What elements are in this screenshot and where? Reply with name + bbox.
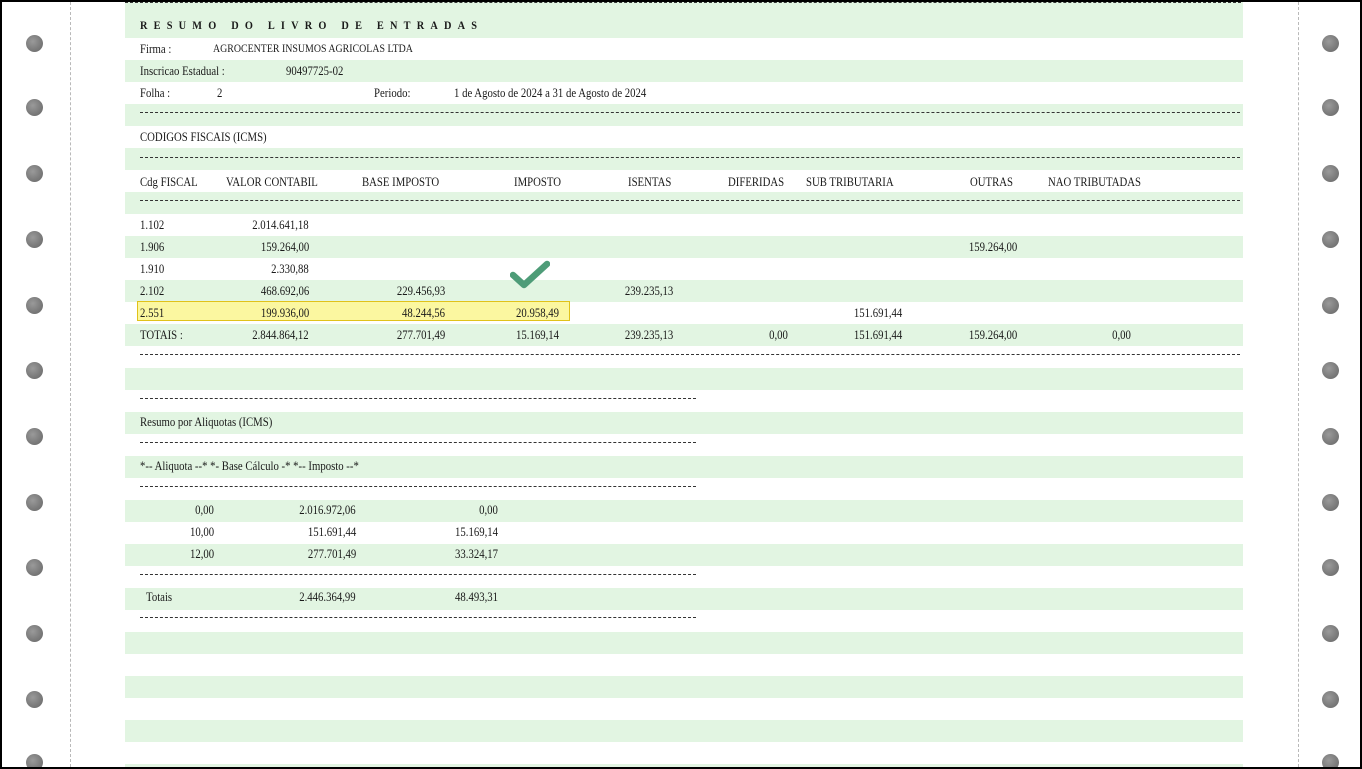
rule — [140, 200, 1240, 201]
feed-hole — [1322, 625, 1339, 642]
column-header: BASE IMPOSTO — [362, 175, 440, 189]
aliquota-cell: 0,00 — [195, 503, 214, 517]
cell-value: 48.244,56 — [402, 306, 445, 320]
report-paper — [125, 2, 1243, 767]
rule — [140, 354, 1240, 355]
firma-value: AGROCENTER INSUMOS AGRICOLAS LTDA — [213, 43, 413, 55]
aliquota-cell: 277.701,49 — [307, 547, 356, 561]
totals-value: 0,00 — [769, 328, 788, 342]
column-header: ISENTAS — [628, 175, 672, 189]
column-header: Cdg FISCAL — [140, 175, 198, 189]
rule — [140, 112, 1240, 113]
left-perforation-line — [70, 2, 71, 767]
cell-cfop: 1.910 — [140, 262, 165, 276]
cell-value: 20.958,49 — [516, 306, 559, 320]
green-bar-stripes — [125, 2, 1243, 767]
rule — [140, 486, 696, 487]
rule — [140, 617, 696, 618]
right-perforation-line — [1298, 2, 1299, 767]
folha-label: Folha : — [140, 86, 171, 100]
aliquotas-totals-base: 2.446.364,99 — [299, 590, 356, 604]
totals-label: TOTAIS : — [140, 328, 183, 342]
column-header: SUB TRIBUTARIA — [806, 175, 894, 189]
folha-value: 2 — [217, 86, 223, 100]
aliquota-cell: 151.691,44 — [307, 525, 356, 539]
feed-hole — [26, 625, 43, 642]
cell-cfop: 2.551 — [140, 306, 165, 320]
aliquota-cell: 12,00 — [189, 547, 214, 561]
totals-value: 15.169,14 — [516, 328, 559, 342]
totals-value: 277.701,49 — [396, 328, 445, 342]
feed-hole — [1322, 35, 1339, 52]
feed-hole — [1322, 99, 1339, 116]
totals-value: 159.264,00 — [968, 328, 1017, 342]
cell-value: 239.235,13 — [624, 284, 673, 298]
cell-value: 2.014.641,18 — [252, 218, 309, 232]
aliquota-cell: 33.324,17 — [455, 547, 498, 561]
totals-value: 239.235,13 — [624, 328, 673, 342]
checkmark-icon — [510, 260, 550, 289]
feed-hole — [26, 35, 43, 52]
inscricao-value: 90497725-02 — [286, 64, 344, 78]
column-header: OUTRAS — [970, 175, 1014, 189]
feed-hole — [26, 99, 43, 116]
aliquotas-totals-imposto: 48.493,31 — [455, 590, 498, 604]
highlighted-row-box — [137, 301, 570, 321]
aliquota-cell: 0,00 — [479, 503, 498, 517]
feed-hole — [26, 754, 43, 767]
cell-value: 159.264,00 — [260, 240, 309, 254]
cell-cfop: 1.906 — [140, 240, 165, 254]
aliquota-cell: 10,00 — [189, 525, 214, 539]
feed-hole — [26, 691, 43, 708]
feed-hole — [1322, 559, 1339, 576]
feed-hole — [1322, 754, 1339, 767]
aliquota-cell: 15.169,14 — [455, 525, 498, 539]
codigos-section-title: CODIGOS FISCAIS (ICMS) — [140, 130, 267, 144]
rule — [140, 157, 1240, 158]
periodo-label: Periodo: — [374, 86, 411, 100]
feed-hole — [26, 494, 43, 511]
cell-value: 468.692,06 — [260, 284, 309, 298]
periodo-value: 1 de Agosto de 2024 a 31 de Agosto de 20… — [454, 86, 647, 100]
cell-value: 229.456,93 — [396, 284, 445, 298]
totals-value: 2.844.864,12 — [252, 328, 309, 342]
aliquota-cell: 2.016.972,06 — [299, 503, 356, 517]
aliquotas-section-title: Resumo por Aliquotas (ICMS) — [140, 415, 273, 429]
cell-value: 2.330,88 — [271, 262, 309, 276]
feed-hole — [1322, 165, 1339, 182]
feed-hole — [1322, 494, 1339, 511]
feed-hole — [26, 297, 43, 314]
column-header: DIFERIDAS — [728, 175, 785, 189]
firma-label: Firma : — [140, 42, 172, 56]
top-rule — [125, 2, 1241, 3]
cell-value: 159.264,00 — [968, 240, 1017, 254]
feed-hole — [1322, 297, 1339, 314]
totals-value: 0,00 — [1112, 328, 1131, 342]
feed-hole — [26, 559, 43, 576]
feed-hole — [26, 165, 43, 182]
cell-value: 199.936,00 — [260, 306, 309, 320]
feed-hole — [1322, 362, 1339, 379]
feed-hole — [1322, 691, 1339, 708]
rule — [140, 442, 696, 443]
totals-value: 151.691,44 — [853, 328, 902, 342]
column-header: NAO TRIBUTADAS — [1048, 175, 1142, 189]
report-title: RESUMO DO LIVRO DE ENTRADAS — [140, 18, 484, 32]
rule — [140, 398, 696, 399]
printout-frame: RESUMO DO LIVRO DE ENTRADAS Firma : AGRO… — [0, 0, 1362, 769]
feed-hole — [26, 231, 43, 248]
feed-hole — [26, 362, 43, 379]
column-header: VALOR CONTABIL — [226, 175, 318, 189]
column-header: IMPOSTO — [514, 175, 562, 189]
feed-hole — [1322, 231, 1339, 248]
rule — [140, 574, 696, 575]
cell-cfop: 1.102 — [140, 218, 165, 232]
cell-value: 151.691,44 — [853, 306, 902, 320]
feed-hole — [26, 428, 43, 445]
inscricao-label: Inscricao Estadual : — [140, 64, 225, 78]
feed-hole — [1322, 428, 1339, 445]
aliquotas-totals-label: Totais — [146, 590, 173, 604]
aliquotas-header: *-- Aliquota --* *- Base Cálculo -* *-- … — [140, 459, 359, 473]
cell-cfop: 2.102 — [140, 284, 165, 298]
